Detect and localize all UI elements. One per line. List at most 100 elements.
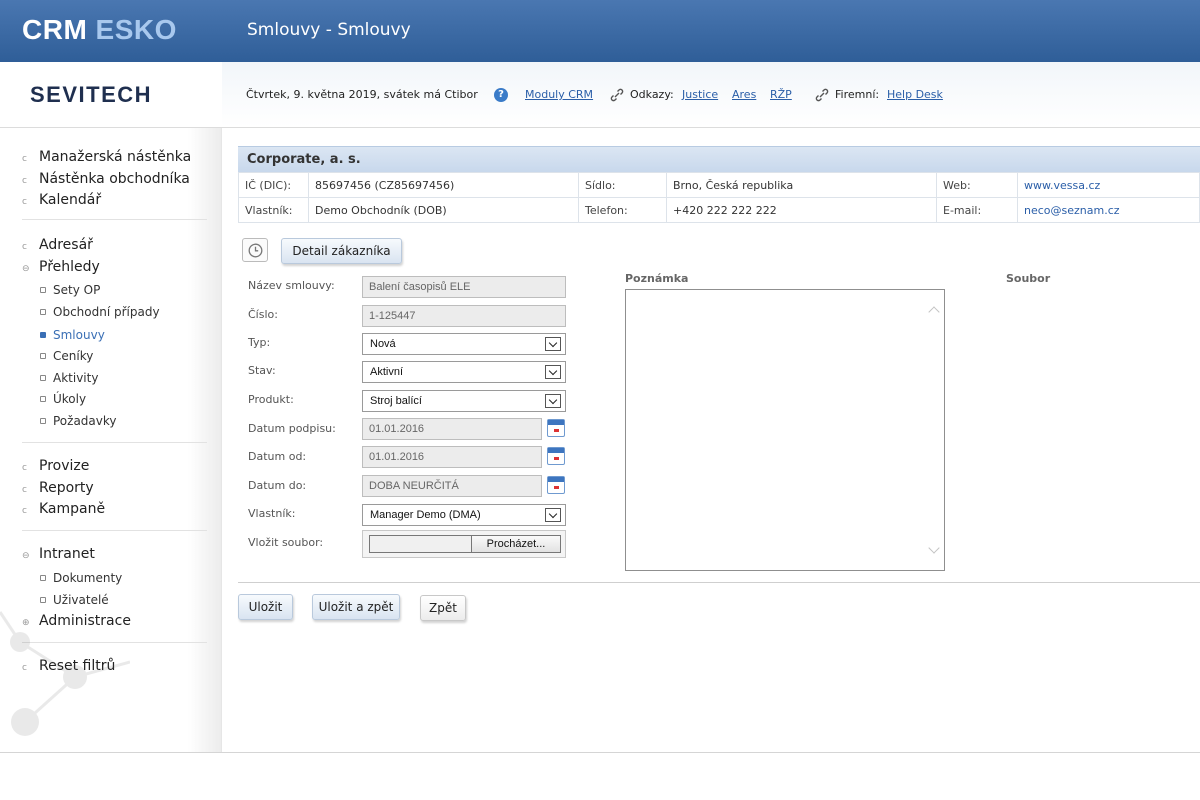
note-label: Poznámka	[625, 272, 689, 285]
type-select[interactable]: Nová	[362, 333, 566, 355]
owner-select-value: Manager Demo (DMA)	[370, 509, 481, 521]
customer-header: Corporate, a. s.	[238, 146, 1200, 172]
contract-name-input[interactable]: Balení časopisů ELE	[362, 276, 566, 298]
status-select-value: Aktivní	[370, 366, 404, 378]
history-button[interactable]	[242, 238, 268, 262]
sidebar-item-label: Provize	[39, 458, 90, 474]
email-link[interactable]: neco@seznam.cz	[1024, 204, 1120, 217]
link-ares[interactable]: Ares	[732, 88, 756, 101]
sidebar-subitem-label: Sety OP	[53, 283, 101, 297]
sidebar-subitem-label: Dokumenty	[53, 571, 123, 585]
footer-divider	[0, 752, 1200, 753]
sidebar-subitem-dokumenty[interactable]: Dokumenty	[40, 571, 122, 585]
sidebar-subitem-sety-op[interactable]: Sety OP	[40, 283, 100, 297]
calendar-icon[interactable]	[547, 447, 565, 465]
sidebar-item-kampane[interactable]: c Kampaně	[22, 501, 105, 517]
bullet-icon: c	[22, 506, 27, 516]
sidebar-subitem-ukoly[interactable]: Úkoly	[40, 392, 86, 406]
product-label: Produkt:	[248, 393, 294, 406]
moduly-crm-link[interactable]: Moduly CRM	[525, 88, 593, 101]
sidebar-subitem-pozadavky[interactable]: Požadavky	[40, 414, 117, 428]
status-select[interactable]: Aktivní	[362, 361, 566, 383]
date-from-input[interactable]: 01.01.2016	[362, 446, 542, 468]
sidebar-subitem-label: Smlouvy	[53, 328, 105, 342]
sidebar-item-label: Nástěnka obchodníka	[39, 171, 190, 187]
chevron-down-icon	[545, 365, 561, 379]
product-select[interactable]: Stroj balící	[362, 390, 566, 412]
owner-label: Vlastník:	[248, 507, 296, 520]
note-textarea[interactable]	[625, 289, 945, 571]
sidebar-item-label: Intranet	[39, 546, 95, 562]
scroll-down-icon[interactable]	[928, 542, 940, 554]
sidebar-item-manazerska-nastenka[interactable]: c Manažerská nástěnka	[22, 149, 191, 165]
app-brand[interactable]: CRM ESKO	[22, 14, 177, 46]
save-button[interactable]: Uložit	[238, 594, 293, 620]
link-rzp[interactable]: RŽP	[770, 88, 792, 101]
sign-date-input[interactable]: 01.01.2016	[362, 418, 542, 440]
bullet-icon: c	[22, 176, 27, 186]
type-label: Typ:	[248, 336, 271, 349]
sidebar-item-adresar[interactable]: c Adresář	[22, 237, 93, 253]
sidebar-item-label: Přehledy	[39, 259, 100, 275]
page-title: Smlouvy - Smlouvy	[247, 20, 411, 40]
chevron-down-icon	[545, 394, 561, 408]
sidebar-item-intranet[interactable]: ⊖ Intranet	[22, 546, 95, 562]
file-path-field[interactable]	[369, 535, 471, 553]
help-icon[interactable]: ?	[494, 88, 508, 102]
date-to-input[interactable]: DOBA NEURČITÁ	[362, 475, 542, 497]
table-cell: www.vessa.cz	[1017, 172, 1200, 198]
sidebar-subitem-label: Aktivity	[53, 371, 99, 385]
link-icon	[610, 88, 624, 102]
info-bar: Čtvrtek, 9. května 2019, svátek má Ctibo…	[222, 62, 1200, 127]
scroll-up-icon[interactable]	[928, 306, 940, 318]
date-from-label: Datum od:	[248, 450, 307, 463]
table-cell: Telefon:	[578, 197, 667, 223]
sidebar-subitem-smlouvy[interactable]: Smlouvy	[40, 328, 105, 342]
table-cell: Sídlo:	[578, 172, 667, 198]
sidebar-item-kalendar[interactable]: c Kalendář	[22, 192, 101, 208]
square-bullet-icon	[40, 309, 46, 315]
sidebar-subitem-aktivity[interactable]: Aktivity	[40, 371, 98, 385]
sidebar: c Manažerská nástěnka c Nástěnka obchodník…	[0, 128, 222, 752]
sidebar-divider	[22, 219, 207, 220]
sign-date-label: Datum podpisu:	[248, 422, 336, 435]
calendar-icon[interactable]	[547, 419, 565, 437]
sidebar-subitem-label: Úkoly	[53, 392, 87, 406]
sidebar-item-provize[interactable]: c Provize	[22, 458, 89, 474]
date-to-label: Datum do:	[248, 479, 307, 492]
web-link[interactable]: www.vessa.cz	[1024, 179, 1100, 192]
square-bullet-icon	[40, 353, 46, 359]
clock-icon	[248, 243, 263, 258]
link-icon	[815, 88, 829, 102]
sidebar-subitem-ceniky[interactable]: Ceníky	[40, 349, 93, 363]
contract-name-label: Název smlouvy:	[248, 279, 335, 292]
customer-name: Corporate, a. s.	[247, 152, 361, 167]
sidebar-subitem-obchodni-pripady[interactable]: Obchodní případy	[40, 305, 160, 319]
contract-number-input[interactable]: 1-125447	[362, 305, 566, 327]
save-and-back-button[interactable]: Uložit a zpět	[312, 594, 400, 620]
sidebar-item-nastenka-obchodnika[interactable]: c Nástěnka obchodníka	[22, 171, 190, 187]
main-content: Corporate, a. s. IČ (DIC): 85697456 (CZ8…	[222, 128, 1200, 752]
calendar-icon[interactable]	[547, 476, 565, 494]
table-cell: 85697456 (CZ85697456)	[308, 172, 579, 198]
company-logo[interactable]: SEVITECH	[30, 82, 152, 108]
file-column-label: Soubor	[1006, 272, 1051, 285]
logo-area: SEVITECH	[0, 62, 222, 127]
browse-button[interactable]: Procházet...	[471, 535, 561, 553]
table-cell: Web:	[936, 172, 1018, 198]
sidebar-item-reporty[interactable]: c Reporty	[22, 480, 94, 496]
sidebar-item-label: Reporty	[39, 480, 94, 496]
table-cell: E-mail:	[936, 197, 1018, 223]
status-label: Stav:	[248, 364, 276, 377]
customer-detail-button[interactable]: Detail zákazníka	[281, 238, 402, 264]
company-label: Firemní:	[835, 88, 880, 101]
back-button[interactable]: Zpět	[420, 595, 466, 621]
table-row: IČ (DIC): 85697456 (CZ85697456) Sídlo: B…	[238, 172, 1200, 198]
helpdesk-link[interactable]: Help Desk	[887, 88, 943, 101]
link-justice[interactable]: Justice	[682, 88, 718, 101]
product-select-value: Stroj balící	[370, 395, 422, 407]
sidebar-item-prehledy[interactable]: ⊖ Přehledy	[22, 259, 100, 275]
expand-icon: ⊖	[22, 551, 30, 561]
square-bullet-icon	[40, 375, 46, 381]
owner-select[interactable]: Manager Demo (DMA)	[362, 504, 566, 526]
